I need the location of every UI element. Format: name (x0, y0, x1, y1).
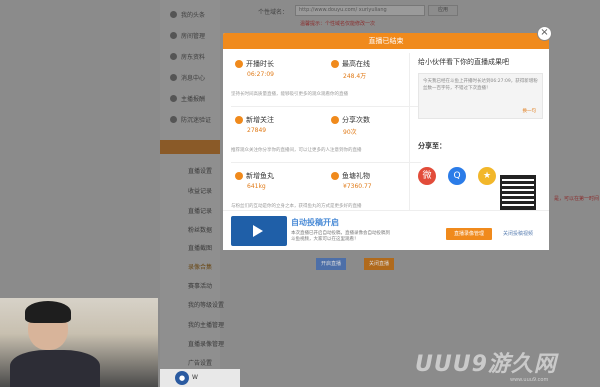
sidebar-item[interactable]: 消息中心 (170, 73, 205, 82)
stat-row-1: 开播时长 06:27:09 最高在线 248.4万 坚持长时间高质量直播，能够吸… (231, 55, 421, 107)
stat-gift: 鱼塘礼物 ¥7360.77 (331, 171, 421, 190)
apply-button[interactable]: 应用 (428, 5, 458, 16)
qq-icon[interactable]: Q (448, 167, 466, 185)
sidebar-item-label: 主播报酬 (181, 96, 206, 103)
webcam-overlay (0, 298, 158, 387)
video-play-icon (231, 216, 287, 246)
sidebar-subitem[interactable]: 直播截图 (188, 243, 212, 252)
domain-label: 个性域名： (258, 9, 289, 16)
stat-value: 27849 (247, 127, 267, 134)
watermark-logo: UUU9游久网 (415, 352, 557, 377)
gift-icon (331, 172, 339, 180)
stat-description: 坚持长时间高质量直播，能够吸引更多的观众观看你的直播 (231, 92, 348, 97)
sidebar-subitem[interactable]: 收益记录 (188, 186, 212, 195)
stat-duration: 开播时长 06:27:09 (235, 59, 325, 78)
eye-icon (331, 60, 339, 68)
stat-value: 06:27:09 (247, 71, 274, 78)
domain-input[interactable]: http://www.douyu.com/ xuriyuliang (295, 5, 425, 16)
sidebar-subitem[interactable]: 直播录像管理 (188, 339, 224, 348)
sidebar-subitem[interactable]: 我的等级设置 (188, 300, 224, 309)
stat-peak-online: 最高在线 248.4万 (331, 59, 421, 80)
qzone-icon[interactable]: ★ (478, 167, 496, 185)
watermark-url: www.uuu9.com (510, 377, 549, 383)
sidebar-item-label: 我的头条 (181, 12, 206, 19)
stat-label: 新增关注 (246, 116, 274, 124)
stat-description: 推荐观众关注你分享你的直播间，可以让更多的人注意到你的直播 (231, 148, 362, 153)
sidebar-item-icon (170, 95, 177, 102)
sidebar-item-label: 防沉迷验证 (181, 117, 212, 124)
sidebar-item-icon (170, 53, 177, 60)
sidebar-item-label: 房东资料 (181, 54, 206, 61)
share-to-label: 分享至： (418, 142, 446, 150)
sidebar-item-icon (170, 32, 177, 39)
qr-code-icon (500, 175, 536, 211)
sidebar-subitem[interactable]: 直播记录 (188, 206, 212, 215)
sidebar-subitem[interactable]: 录像合集 (188, 262, 212, 271)
sidebar-subitem[interactable]: 广告设置 (188, 358, 212, 367)
stats-panel: 开播时长 06:27:09 最高在线 248.4万 坚持长时间高质量直播，能够吸… (231, 53, 421, 233)
stat-label: 新增鱼丸 (246, 172, 274, 180)
stat-value: 641kg (247, 183, 266, 190)
disable-upload-link[interactable]: 关闭投稿视频 (503, 230, 533, 237)
sidebar-item-label: 房间管理 (181, 33, 206, 40)
webcam-person-hair (25, 301, 71, 323)
share-icon (331, 116, 339, 124)
stat-description: 与粉丝们的互动是你的立身之本，获得鱼丸的方式是更多好的直播 (231, 204, 362, 209)
webcam-person-body (10, 350, 100, 387)
promo-title: 自动投稿开启 (291, 218, 339, 227)
domain-warning: 温馨提示：个性域名仅能修改一次 (300, 21, 376, 27)
auto-upload-promo: 自动投稿开启 本次直播已开启自动投稿，直播录像会自动投稿到 斗鱼视频，大家可以在… (223, 210, 549, 250)
share-text: 今天我已经在斗鱼上开播时长达到06:27:09，获得新增粉丝数一百字符，不错过下… (423, 79, 538, 91)
right-note: 是，可以在第一时间 (554, 196, 600, 202)
sidebar-item[interactable]: 房间管理 (170, 31, 205, 40)
heart-icon (235, 116, 243, 124)
start-live-button[interactable]: 开启直播 (316, 258, 346, 270)
sidebar-item-icon (170, 74, 177, 81)
sidebar-item[interactable]: 防沉迷验证 (170, 115, 211, 124)
stat-label: 鱼塘礼物 (342, 172, 370, 180)
stat-row-2: 新增关注 27849 分享次数 90次 推荐观众关注你分享你的直播间，可以让更多… (231, 111, 421, 163)
sidebar-item-icon (170, 116, 177, 123)
weibo-icon[interactable]: 微 (418, 167, 436, 185)
close-icon[interactable]: × (537, 26, 552, 41)
stat-label: 开播时长 (246, 60, 274, 68)
sidebar-item[interactable]: 我的头条 (170, 10, 205, 19)
fishball-icon (235, 172, 243, 180)
clock-icon (235, 60, 243, 68)
share-text-box: 今天我已经在斗鱼上开播时长达到06:27:09，获得新增粉丝数一百字符，不错过下… (418, 73, 543, 119)
sidebar-item[interactable]: 主播报酬 (170, 94, 205, 103)
taskbar (160, 369, 240, 387)
sidebar-subitem[interactable]: 我的主播管理 (188, 320, 224, 329)
taskbar-label: W (192, 374, 198, 381)
sidebar-active-highlight (160, 140, 220, 154)
sidebar-subitem[interactable]: 直播设置 (188, 166, 212, 175)
stat-new-follow: 新增关注 27849 (235, 115, 325, 134)
stop-live-button[interactable]: 关闭直播 (364, 258, 394, 270)
app-taskbar-icon[interactable]: ● (175, 371, 189, 385)
sidebar-subitem[interactable]: 赛事活动 (188, 281, 212, 290)
promo-description: 本次直播已开启自动投稿，直播录像会自动投稿到 斗鱼视频，大家可以在这里观看！ (291, 231, 390, 243)
sidebar-subitem[interactable]: 粉丝数据 (188, 225, 212, 234)
refresh-text-button[interactable]: 换一句 (523, 108, 537, 115)
stat-new-fishball: 新增鱼丸 641kg (235, 171, 325, 190)
stat-label: 最高在线 (342, 60, 370, 68)
stat-share-count: 分享次数 90次 (331, 115, 421, 136)
recording-manage-button[interactable]: 直播录像管理 (446, 228, 492, 240)
share-title: 给小伙伴看下你的直播成果吧 (418, 58, 509, 66)
stat-label: 分享次数 (342, 116, 370, 124)
modal-title: 直播已结束 (223, 33, 549, 49)
sidebar-item-label: 消息中心 (181, 75, 206, 82)
sidebar-item-icon (170, 11, 177, 18)
sidebar-item[interactable]: 房东资料 (170, 52, 205, 61)
promo-desc-line: 斗鱼视频，大家可以在这里观看！ (291, 237, 359, 242)
